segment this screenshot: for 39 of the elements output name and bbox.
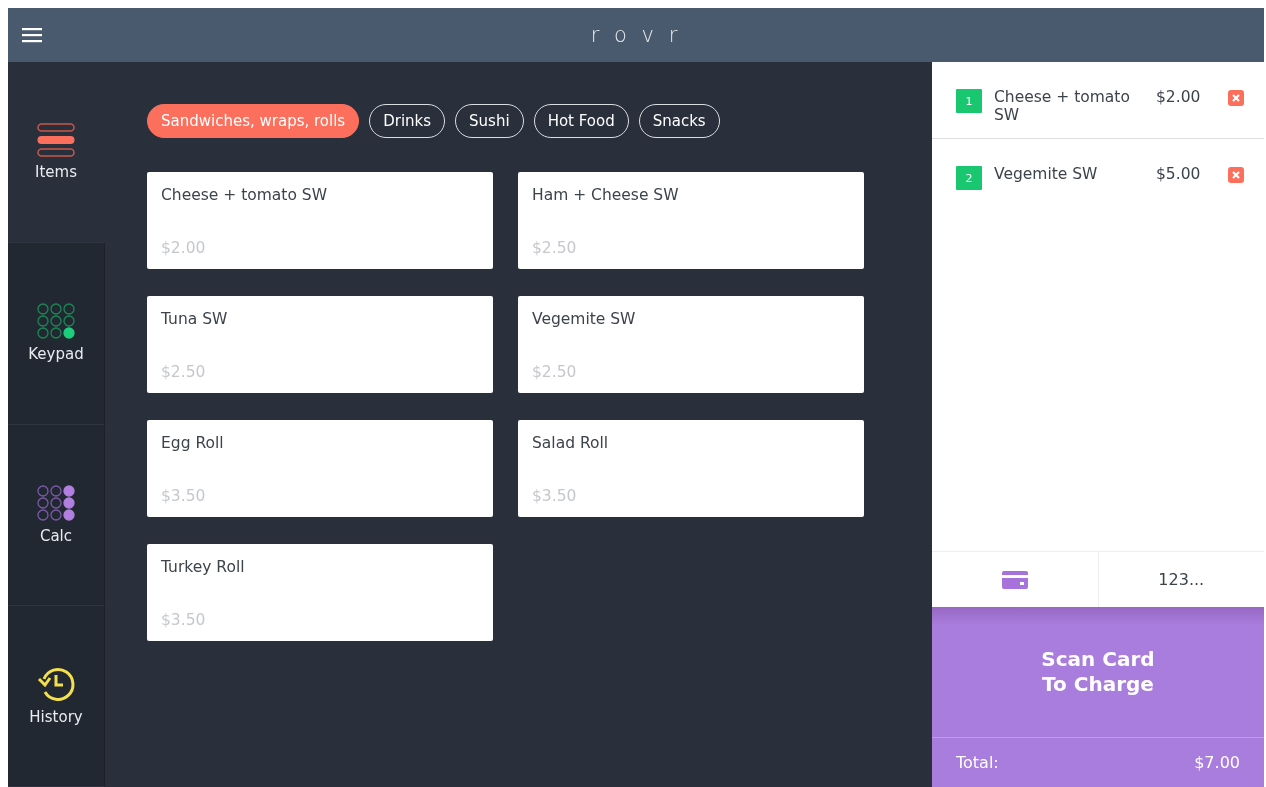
sidebar-tab[interactable]: Items [8, 62, 105, 244]
product-price: $3.50 [161, 611, 207, 629]
product-name: Egg Roll [161, 434, 225, 452]
product-price: $2.00 [161, 239, 207, 257]
product-name: Ham + Cheese SW [532, 186, 680, 204]
quantity-badge: 2 [956, 166, 982, 190]
product-price: $2.50 [161, 363, 207, 381]
product-card[interactable]: Cheese + tomato SW $2.00 [147, 172, 493, 269]
total-amount: $7.00 [1194, 753, 1240, 772]
line-item-name: Cheese + tomato SW [994, 88, 1131, 124]
line-item-name: Vegemite SW [994, 165, 1099, 183]
product-price: $3.50 [161, 487, 207, 505]
product-price: $3.50 [532, 487, 578, 505]
line-item-price: $5.00 [1156, 165, 1202, 183]
card-icon [1001, 570, 1028, 589]
keypad-icon [37, 484, 75, 521]
total-label: Total: [956, 753, 999, 772]
list-icon [37, 123, 75, 158]
product-card[interactable]: Vegemite SW $2.50 [518, 296, 864, 393]
history-icon [36, 665, 76, 702]
product-card[interactable]: Ham + Cheese SW $2.50 [518, 172, 864, 269]
product-name: Vegemite SW [532, 310, 637, 328]
app-logo: r o v r [590, 23, 682, 47]
remove-icon[interactable] [1228, 90, 1244, 106]
product-price: $2.50 [532, 239, 578, 257]
menu-icon[interactable] [22, 27, 42, 43]
product-card[interactable]: Salad Roll $3.50 [518, 420, 864, 517]
product-name: Cheese + tomato SW [161, 186, 328, 204]
product-name: Salad Roll [532, 434, 610, 452]
product-card[interactable]: Egg Roll $3.50 [147, 420, 493, 517]
product-card[interactable]: Turkey Roll $3.50 [147, 544, 493, 641]
remove-icon[interactable] [1228, 167, 1244, 183]
keypad-icon [37, 303, 75, 340]
product-name: Tuna SW [161, 310, 229, 328]
quantity-badge: 1 [956, 89, 982, 113]
product-name: Turkey Roll [161, 558, 246, 576]
line-item-price: $2.00 [1156, 88, 1202, 106]
product-price: $2.50 [532, 363, 578, 381]
product-card[interactable]: Tuna SW $2.50 [147, 296, 493, 393]
